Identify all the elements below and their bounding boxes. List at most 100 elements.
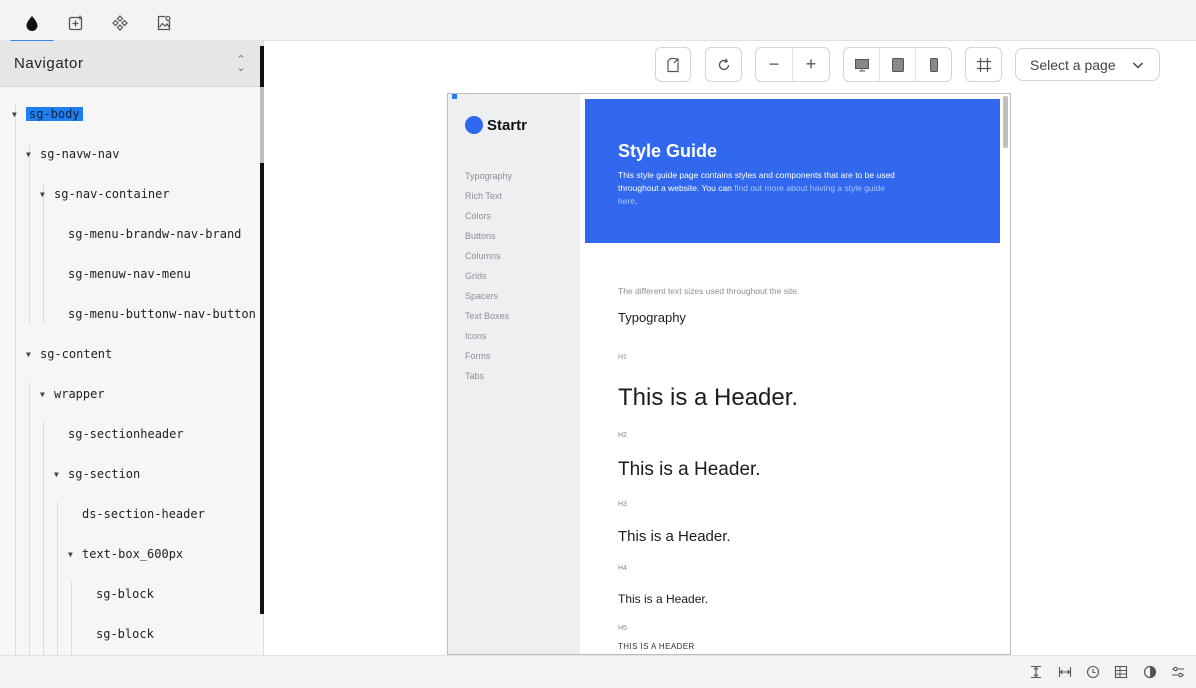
tablet-icon <box>891 57 904 72</box>
preview-scrollbar-thumb[interactable] <box>1003 96 1008 148</box>
preview-hero: Style Guide This style guide page contai… <box>585 99 1000 243</box>
tree-item-label: sg-menu-brandw-nav-brand <box>68 227 242 241</box>
preview-menu-item[interactable]: Spacers <box>465 291 498 301</box>
tree-item-sg-sectionheader[interactable]: sg-sectionheader <box>54 423 184 445</box>
zoom-in-icon: + <box>805 54 817 74</box>
expand-caret-icon[interactable]: ▼ <box>26 150 40 159</box>
expand-caret-icon[interactable]: ▼ <box>40 390 54 399</box>
selection-handle[interactable] <box>452 94 457 99</box>
tree-item-label: wrapper <box>54 387 105 401</box>
tree-item-wrapper[interactable]: ▼ wrapper <box>40 383 105 405</box>
navigator-scrollbar-thumb[interactable] <box>260 87 264 163</box>
tree-item-label: sg-navw-nav <box>40 147 120 161</box>
preview-h1-text: This is a Header. <box>618 384 799 411</box>
zoom-in-button[interactable]: + <box>793 48 829 81</box>
chevron-down-icon <box>1132 61 1144 69</box>
page-select-placeholder: Select a page <box>1030 56 1116 73</box>
hero-desc-end: . <box>635 196 638 206</box>
tree-guide-line <box>57 502 58 655</box>
preview-menu-item[interactable]: Buttons <box>465 231 496 241</box>
tree-guide-line <box>29 143 30 323</box>
preview-menu-item[interactable]: Grids <box>465 271 487 281</box>
preview-section-title: Typography <box>618 310 686 325</box>
panel-tab-bar <box>0 0 1196 43</box>
expand-caret-icon[interactable]: ▼ <box>26 350 40 359</box>
preview-h5-tag: H5 <box>618 625 627 632</box>
assets-icon <box>157 15 171 31</box>
zoom-out-button[interactable]: − <box>756 48 793 81</box>
tree-guide-line <box>15 103 16 655</box>
preview-menu-item[interactable]: Colors <box>465 211 491 221</box>
export-button[interactable] <box>655 47 691 82</box>
preview-menu-item[interactable]: Icons <box>465 331 487 341</box>
mobile-view-button[interactable] <box>916 48 951 81</box>
tab-navigator[interactable] <box>10 3 54 43</box>
tree-item-label: sg-block <box>96 627 154 641</box>
zoom-controls: − + <box>755 47 830 82</box>
tree-item-sg-content[interactable]: ▼ sg-content <box>26 343 112 365</box>
history-icon[interactable] <box>1086 665 1100 679</box>
tree-item-label: text-box_600px <box>82 547 184 561</box>
navigator-title: Navigator <box>14 55 84 72</box>
tree-guide-line <box>71 582 72 655</box>
mobile-icon <box>929 57 938 72</box>
preview-menu-item[interactable]: Columns <box>465 251 501 261</box>
expand-caret-icon[interactable]: ▼ <box>40 190 54 199</box>
expand-caret-icon[interactable]: ▼ <box>12 110 26 119</box>
preview-h3-tag: H3 <box>618 501 627 508</box>
tree-item-label: sg-nav-container <box>54 187 170 201</box>
height-icon[interactable] <box>1029 665 1043 679</box>
preview-sidebar: Startr Typography Rich Text Colors Buttons C… <box>448 94 580 654</box>
tree-item-label: sg-sectionheader <box>68 427 184 441</box>
tree-item-label: sg-section <box>68 467 141 481</box>
width-icon[interactable] <box>1058 665 1072 679</box>
preview-menu-item[interactable]: Forms <box>465 351 491 361</box>
tab-components[interactable] <box>98 3 142 43</box>
tree-item-sg-menuw-nav-menu[interactable]: sg-menuw-nav-menu <box>54 263 191 285</box>
grid-icon <box>976 57 991 72</box>
tree-item-sg-block[interactable]: sg-block <box>82 623 154 645</box>
preview-menu-item[interactable]: Typography <box>465 171 512 181</box>
tab-assets[interactable] <box>142 3 186 43</box>
tree-item-sg-menu-buttonw-nav-button[interactable]: sg-menu-buttonw-nav-button <box>54 303 256 325</box>
zoom-out-icon: − <box>768 54 780 74</box>
refresh-button[interactable] <box>705 47 742 82</box>
expand-caret-icon[interactable]: ▼ <box>54 470 68 479</box>
tree-item-ds-section-header[interactable]: ds-section-header <box>68 503 205 525</box>
tree-item-label: ds-section-header <box>82 507 205 521</box>
tree-item-sg-nav-container[interactable]: ▼ sg-nav-container <box>40 183 170 205</box>
components-icon <box>112 15 128 31</box>
device-controls <box>843 47 952 82</box>
page-preview[interactable]: Startr Typography Rich Text Colors Buttons C… <box>447 93 1011 655</box>
tree-item-sg-navw-nav[interactable]: ▼ sg-navw-nav <box>26 143 119 165</box>
settings-icon[interactable] <box>1171 665 1185 679</box>
preview-h4-text: This is a Header. <box>618 592 709 606</box>
tree-item-sg-section[interactable]: ▼ sg-section <box>54 463 140 485</box>
export-icon <box>667 57 679 72</box>
tree-item-sg-block[interactable]: sg-block <box>82 583 154 605</box>
brand-logo-icon <box>465 116 483 134</box>
tree-guide-line <box>29 382 30 655</box>
drop-icon <box>26 16 38 31</box>
preview-menu-item[interactable]: Rich Text <box>465 191 502 201</box>
add-element-icon <box>68 15 83 31</box>
grid-button[interactable] <box>965 47 1002 82</box>
preview-hero-description: This style guide page contains styles an… <box>618 169 903 208</box>
preview-menu-item[interactable]: Text Boxes <box>465 311 509 321</box>
refresh-icon <box>718 58 729 70</box>
contrast-icon[interactable] <box>1143 665 1157 679</box>
collapse-icon[interactable]: ⌃ ⌄ <box>233 54 249 73</box>
tree-item-text-box_600px[interactable]: ▼ text-box_600px <box>68 543 183 565</box>
preview-hero-title: Style Guide <box>618 141 718 161</box>
tree-item-sg-body[interactable]: ▼ sg-body <box>12 103 83 125</box>
status-bar <box>0 655 1196 688</box>
tab-add-element[interactable] <box>54 3 98 43</box>
table-icon[interactable] <box>1114 665 1128 679</box>
expand-caret-icon[interactable]: ▼ <box>68 550 82 559</box>
page-select[interactable]: Select a page <box>1015 48 1160 81</box>
preview-menu-item[interactable]: Tabs <box>465 371 484 381</box>
desktop-view-button[interactable] <box>844 48 880 81</box>
tree-item-sg-menu-brandw-nav-brand[interactable]: sg-menu-brandw-nav-brand <box>54 223 241 245</box>
tablet-view-button[interactable] <box>880 48 916 81</box>
tree-guide-line <box>43 422 44 655</box>
